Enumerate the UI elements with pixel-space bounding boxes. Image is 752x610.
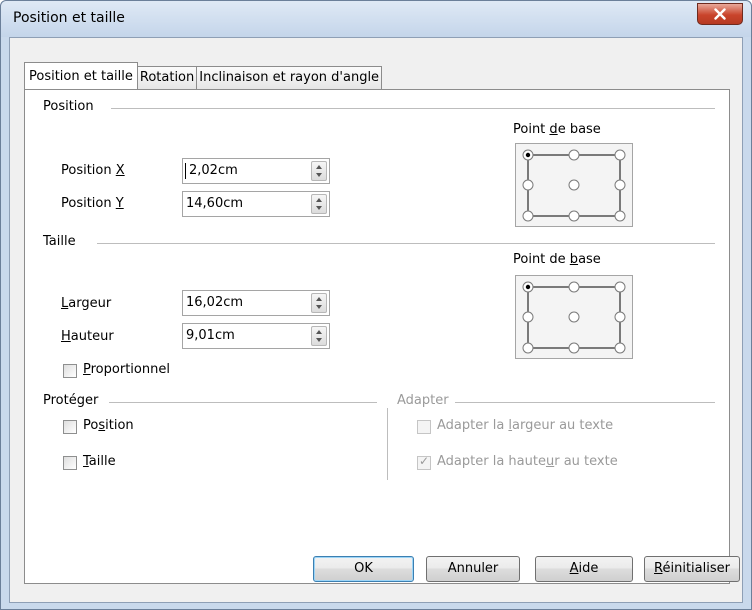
proportional-checkbox[interactable] [63,364,77,378]
position-x-label: Position X [61,163,125,178]
spin-down-icon [316,206,322,210]
size-base-point-selector[interactable] [515,275,633,359]
size-base-point-label: Point de base [513,252,601,267]
dialog-client-area: Position et taille Rotation Inclinaison … [9,37,743,603]
spin-up-icon [316,165,322,169]
width-field[interactable]: 16,02cm [182,290,330,316]
position-base-point-label: Point de base [513,122,601,137]
tab-panel: Position Position X 2,02cm Position Y 14… [24,89,730,584]
tab-rotation[interactable]: Rotation [136,66,198,89]
tab-slant-corner-radius[interactable]: Inclinaison et rayon d'angle [196,66,383,89]
position-x-field[interactable]: 2,02cm [182,158,330,184]
position-y-label: Position Y [61,196,124,211]
protect-heading: Protéger [43,393,105,408]
window-title: Position et taille [13,10,125,26]
protect-separator [109,402,377,403]
size-heading: Taille [43,234,82,249]
position-heading: Position [43,99,100,114]
base-point-grid-icon [522,281,626,354]
spin-up-icon [316,198,322,202]
width-label: Largeur [61,296,112,311]
position-y-spinner[interactable] [311,194,327,214]
fit-height-label: Adapter la hauteur au texte [437,454,618,469]
height-label: Hauteur [61,329,114,344]
text-cursor [185,163,186,179]
help-button[interactable]: Aide [535,556,633,582]
protect-size-label: Taille [83,454,116,469]
fit-width-checkbox[interactable] [417,420,431,434]
close-button[interactable] [697,3,743,25]
height-value: 9,01cm [186,328,235,343]
position-y-value: 14,60cm [186,196,244,211]
size-separator [97,243,715,244]
position-base-point-selector[interactable] [515,143,633,227]
base-point-grid-icon [522,149,626,222]
close-icon [714,8,726,20]
title-bar[interactable]: Position et taille [1,1,751,37]
protect-position-label: Position [83,418,134,433]
proportional-label: Proportionnel [83,362,170,377]
adapt-vertical-separator [387,408,388,480]
protect-size-checkbox[interactable] [63,456,77,470]
tab-bar: Position et taille Rotation Inclinaison … [24,62,383,89]
tab-position-size[interactable]: Position et taille [24,62,138,89]
position-x-spinner[interactable] [311,161,327,181]
fit-height-checkbox[interactable]: ✓ [417,454,431,470]
fit-width-label: Adapter la largeur au texte [437,418,614,433]
width-spinner[interactable] [311,293,327,313]
ok-button[interactable]: OK [313,556,414,582]
position-separator [111,108,715,109]
cancel-button[interactable]: Annuler [426,556,520,582]
spin-down-icon [316,305,322,309]
spin-up-icon [316,297,322,301]
dialog-window: Position et taille Position et taille Ro… [0,0,752,610]
adapt-separator [455,402,715,403]
checkmark-icon: ✓ [419,454,430,468]
position-y-field[interactable]: 14,60cm [182,191,330,217]
position-x-value: 2,02cm [189,163,238,178]
height-spinner[interactable] [311,326,327,346]
spin-up-icon [316,330,322,334]
height-field[interactable]: 9,01cm [182,323,330,349]
spin-down-icon [316,338,322,342]
protect-position-checkbox[interactable] [63,420,77,434]
reset-button[interactable]: Réinitialiser [644,556,740,582]
adapt-heading: Adapter [397,393,455,408]
spin-down-icon [316,173,322,177]
width-value: 16,02cm [186,295,244,310]
